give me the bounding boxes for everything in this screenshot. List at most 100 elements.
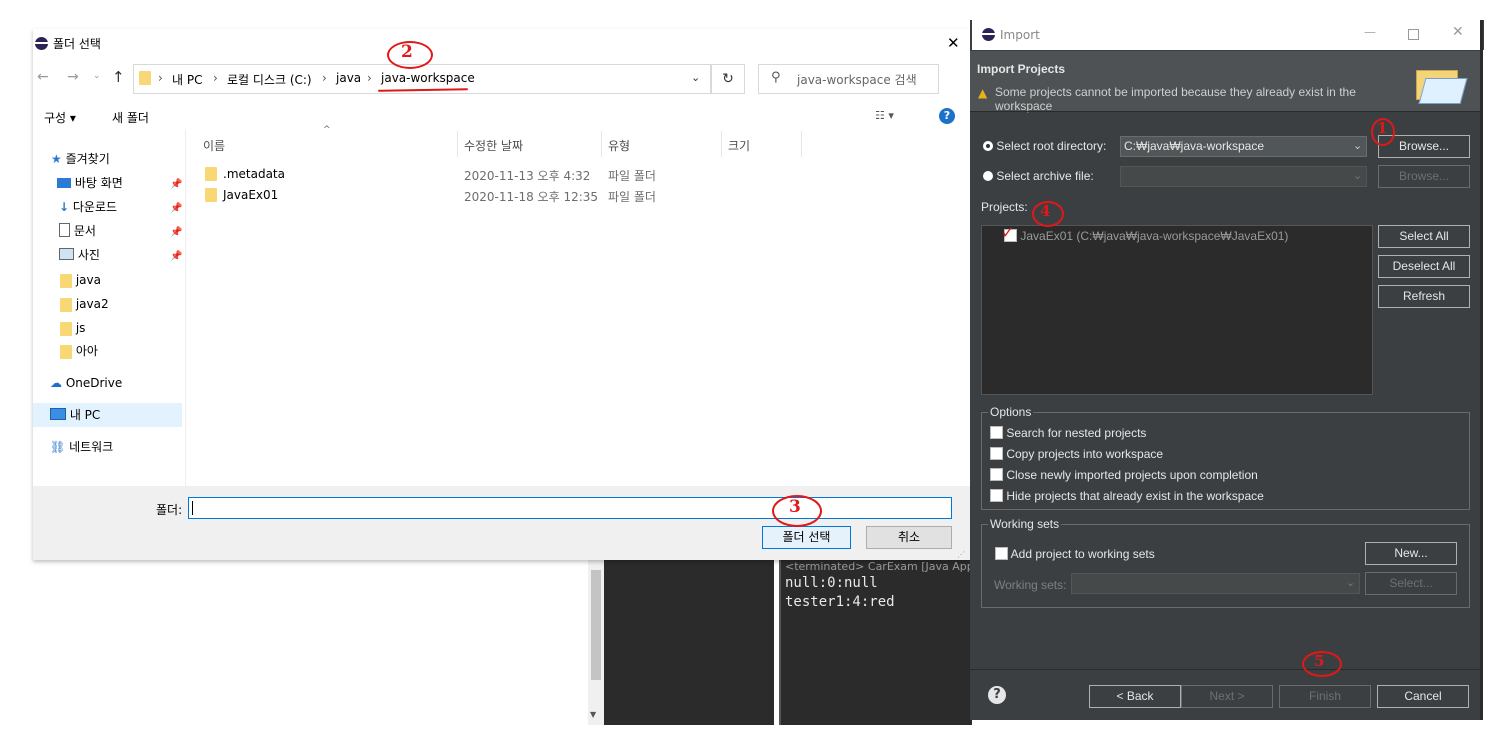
add-to-working-sets-checkbox[interactable]: Add project to working sets <box>995 547 1155 561</box>
option-nested-projects[interactable]: Search for nested projects <box>990 426 1146 440</box>
options-label: Options <box>988 405 1034 419</box>
scrollbar-thumb[interactable] <box>591 570 601 680</box>
document-icon <box>59 223 70 237</box>
cancel-button[interactable]: 취소 <box>866 526 952 549</box>
annotation-number: 5 <box>1314 652 1325 670</box>
file-row[interactable]: .metadata 2020-11-13 오후 4:32 파일 폴더 <box>205 166 805 186</box>
new-folder-button[interactable]: 새 폴더 <box>112 109 149 126</box>
refresh-button[interactable]: Refresh <box>1378 285 1470 308</box>
nav-desktop[interactable]: 바탕 화면 <box>57 172 123 194</box>
option-copy-projects[interactable]: Copy projects into workspace <box>990 447 1163 461</box>
eclipse-app-icon <box>35 37 48 50</box>
nav-aa[interactable]: 아아 <box>60 340 98 362</box>
breadcrumb-this-pc[interactable]: 내 PC <box>172 71 202 88</box>
nav-documents[interactable]: 문서 <box>59 220 96 242</box>
new-working-set-button[interactable]: New... <box>1365 542 1457 565</box>
option-close-imported[interactable]: Close newly imported projects upon compl… <box>990 468 1258 482</box>
organize-button[interactable]: 구성 ▾ <box>44 109 76 126</box>
select-folder-button[interactable]: 폴더 선택 <box>762 526 851 549</box>
up-arrow-icon[interactable]: ↑ <box>112 68 125 86</box>
back-button[interactable]: < Back <box>1089 685 1181 708</box>
annotation-number: 2 <box>401 42 413 62</box>
forward-arrow-icon[interactable]: → <box>67 69 79 85</box>
recent-dropdown-icon[interactable]: ⌄ <box>93 71 101 81</box>
refresh-icon: ↻ <box>722 71 734 87</box>
view-options-icon[interactable]: ☷ ▾ <box>875 109 894 122</box>
nav-pictures[interactable]: 사진 <box>59 244 100 266</box>
column-type[interactable]: 유형 <box>608 137 630 154</box>
root-directory-radio[interactable]: Select root directory: <box>983 139 1106 153</box>
folder-icon <box>60 297 72 312</box>
nav-this-pc[interactable]: 내 PC <box>50 404 100 426</box>
file-row[interactable]: JavaEx01 2020-11-18 오후 12:35 파일 폴더 <box>205 187 805 207</box>
breadcrumb-java[interactable]: java <box>336 71 361 85</box>
breadcrumb-local-disk[interactable]: 로컬 디스크 (C:) <box>227 71 312 88</box>
next-button[interactable]: Next > <box>1181 685 1273 708</box>
nav-js[interactable]: js <box>60 317 85 339</box>
import-wizard-icon <box>1414 64 1468 104</box>
radio-selected-icon <box>983 141 993 151</box>
folder-icon <box>60 344 72 359</box>
breadcrumb-separator: › <box>322 71 327 85</box>
annotation-checkmark: ✓ <box>1001 223 1015 242</box>
refresh-button[interactable]: ↻ <box>711 64 745 94</box>
column-divider <box>457 131 458 157</box>
checkbox-icon[interactable] <box>995 547 1008 560</box>
navigation-pane: ★ 즐겨찾기 바탕 화면 📌 ↓ 다운로드 📌 문서 📌 사진 📌 java j… <box>33 129 186 486</box>
breadcrumb-java-workspace[interactable]: java-workspace <box>381 71 475 85</box>
computer-icon <box>50 408 66 420</box>
header-separator <box>970 111 1480 112</box>
column-modified[interactable]: 수정한 날짜 <box>464 137 523 154</box>
checkbox-icon[interactable] <box>990 489 1003 502</box>
nav-network[interactable]: ⛓ 네트워크 <box>50 436 113 458</box>
close-icon[interactable]: ✕ <box>947 34 960 52</box>
resize-grip-icon[interactable]: ⋰ <box>957 550 965 559</box>
help-icon[interactable]: ? <box>988 686 1006 704</box>
finish-button[interactable]: Finish <box>1279 685 1371 708</box>
nav-quick-access[interactable]: ★ 즐겨찾기 <box>51 148 110 170</box>
file-type: 파일 폴더 <box>608 169 656 183</box>
nav-java[interactable]: java <box>60 269 101 291</box>
minimize-icon[interactable]: — <box>1364 25 1376 39</box>
chevron-down-icon[interactable]: ⌄ <box>691 71 700 84</box>
checkbox-icon[interactable] <box>990 447 1003 460</box>
maximize-icon[interactable] <box>1408 29 1419 40</box>
archive-file-combo[interactable]: ⌄ <box>1120 166 1367 187</box>
archive-file-radio[interactable]: Select archive file: <box>983 169 1094 183</box>
nav-onedrive[interactable]: ☁ OneDrive <box>50 372 122 394</box>
folder-input[interactable] <box>188 497 952 519</box>
pin-icon: 📌 <box>170 203 183 214</box>
chevron-down-icon[interactable]: ⌄ <box>1353 137 1362 155</box>
back-arrow-icon[interactable]: ← <box>37 69 49 85</box>
root-directory-combo[interactable]: C:₩java₩java-workspace ⌄ <box>1120 136 1367 157</box>
help-icon[interactable]: ? <box>939 108 955 124</box>
column-size[interactable]: 크기 <box>728 137 750 154</box>
search-input[interactable]: ⚲ java-workspace 검색 <box>758 64 939 94</box>
checkbox-icon[interactable] <box>990 468 1003 481</box>
project-item[interactable]: JavaEx01 (C:₩java₩java-workspace₩JavaEx0… <box>1004 229 1288 243</box>
column-name[interactable]: 이름 <box>203 137 225 154</box>
dialog-title: 폴더 선택 <box>53 37 101 51</box>
browse-archive-button[interactable]: Browse... <box>1378 165 1470 188</box>
checkbox-icon[interactable] <box>990 426 1003 439</box>
working-sets-group: Working sets Add project to working sets… <box>981 517 1470 608</box>
working-sets-label: Working sets <box>988 517 1062 531</box>
chevron-down-icon[interactable]: ⌄ <box>1353 167 1362 185</box>
deselect-all-button[interactable]: Deselect All <box>1378 255 1470 278</box>
projects-label: Projects: <box>981 200 1028 214</box>
chevron-down-icon[interactable]: ⌄ <box>1346 574 1355 592</box>
select-all-button[interactable]: Select All <box>1378 225 1470 248</box>
folder-icon <box>60 321 72 336</box>
nav-java2[interactable]: java2 <box>60 293 109 315</box>
download-icon: ↓ <box>59 200 70 214</box>
import-dialog: Import — ✕ Import Projects ▲ Some projec… <box>970 20 1484 720</box>
working-sets-combo[interactable]: ⌄ <box>1071 573 1360 594</box>
nav-downloads[interactable]: ↓ 다운로드 <box>59 196 117 218</box>
projects-list[interactable]: JavaEx01 (C:₩java₩java-workspace₩JavaEx0… <box>981 225 1373 395</box>
option-hide-existing[interactable]: Hide projects that already exist in the … <box>990 489 1264 503</box>
cancel-button[interactable]: Cancel <box>1377 685 1469 708</box>
scroll-down-arrow[interactable]: ▼ <box>590 710 596 719</box>
column-divider <box>601 131 602 157</box>
close-icon[interactable]: ✕ <box>1452 24 1464 40</box>
select-working-sets-button[interactable]: Select... <box>1365 572 1457 595</box>
